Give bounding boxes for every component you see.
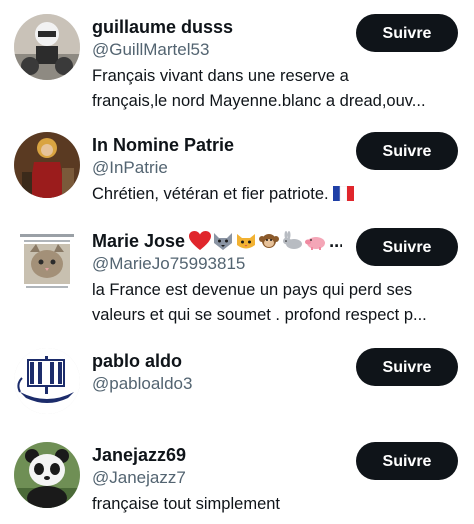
- motorcycle-rider-avatar[interactable]: [14, 14, 80, 80]
- user-name[interactable]: Marie Jose: [92, 230, 185, 252]
- user-suggestion-row[interactable]: Marie Jose .. @MarieJo75993815 la France…: [0, 224, 474, 334]
- rabbit-icon: [281, 231, 303, 251]
- follow-button[interactable]: Suivre: [356, 228, 458, 266]
- user-suggestion-row[interactable]: In Nomine Patrie @InPatrie Chrétien, vét…: [0, 128, 474, 208]
- user-bio-line: Français vivant dans une reserve a: [92, 67, 349, 85]
- user-name[interactable]: pablo aldo: [92, 350, 342, 372]
- cat-face-icon: [235, 231, 257, 251]
- viking-ship-avatar[interactable]: [14, 348, 80, 414]
- follow-button[interactable]: Suivre: [356, 442, 458, 480]
- panda-avatar[interactable]: [14, 442, 80, 508]
- french-flag-icon: [333, 186, 355, 201]
- cat-avatar[interactable]: [14, 228, 80, 294]
- follow-button[interactable]: Suivre: [356, 348, 458, 386]
- follow-button[interactable]: Suivre: [356, 132, 458, 170]
- user-suggestion-row[interactable]: pablo aldo @pabloaldo3 Suivre: [0, 344, 474, 424]
- user-bio-line: la France est devenue un pays qui perd s…: [92, 281, 413, 299]
- user-suggestion-row[interactable]: Janejazz69 @Janejazz7 française tout sim…: [0, 438, 474, 524]
- red-heart-icon: [189, 231, 212, 251]
- user-bio-line: française tout simplement: [92, 495, 281, 513]
- user-suggestion-row[interactable]: guillaume dusss @GuillMartel53 Français …: [0, 10, 474, 120]
- follow-button[interactable]: Suivre: [356, 14, 458, 52]
- user-name[interactable]: In Nomine Patrie: [92, 134, 342, 156]
- religious-painting-avatar[interactable]: [14, 132, 80, 198]
- name-ellipsis: ...: [329, 231, 342, 251]
- user-name[interactable]: Janejazz69: [92, 444, 342, 466]
- user-name[interactable]: guillaume dusss: [92, 16, 342, 38]
- wolf-icon: [212, 231, 234, 251]
- user-bio-line: français,le nord Mayenne.blanc a dread,o…: [92, 92, 426, 110]
- user-bio-line: Chrétien, vétéran et fier patriote.: [92, 185, 329, 203]
- user-bio-line: valeurs et qui se soumet . profond respe…: [92, 306, 427, 324]
- who-to-follow-list: guillaume dusss @GuillMartel53 Français …: [0, 0, 474, 524]
- monkey-icon: [258, 231, 280, 251]
- pig-icon: [304, 231, 326, 251]
